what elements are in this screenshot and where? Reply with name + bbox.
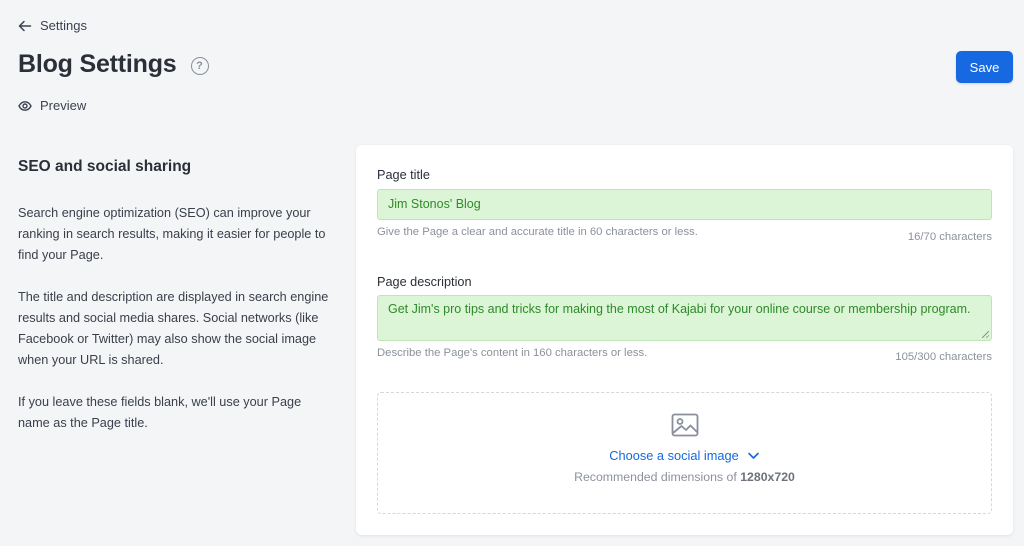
page-title: Blog Settings xyxy=(18,50,177,78)
help-circle-icon[interactable]: ? xyxy=(190,56,209,75)
choose-image-label: Choose a social image xyxy=(609,448,739,463)
save-button[interactable]: Save xyxy=(956,51,1013,83)
recommended-dimensions-value: 1280x720 xyxy=(740,470,795,484)
chevron-down-icon xyxy=(747,452,759,459)
section-title: SEO and social sharing xyxy=(18,158,192,175)
image-icon xyxy=(671,413,699,437)
back-link-label: Settings xyxy=(40,18,87,33)
page-description-textarea[interactable]: Get Jim's pro tips and tricks for making… xyxy=(377,295,992,341)
textarea-resize-handle[interactable] xyxy=(982,331,989,338)
page-header: Blog Settings ? xyxy=(18,50,209,79)
info-paragraph-2: The title and description are displayed … xyxy=(18,290,329,367)
info-paragraph-1: Search engine optimization (SEO) can imp… xyxy=(18,206,326,262)
page-title-hint: Give the Page a clear and accurate title… xyxy=(377,226,698,238)
page-title-counter: 16/70 characters xyxy=(907,231,992,243)
preview-label: Preview xyxy=(40,98,87,113)
recommended-dimensions-prefix: Recommended dimensions of xyxy=(574,470,737,484)
page-description-value: Get Jim's pro tips and tricks for making… xyxy=(388,302,971,316)
back-to-settings-link[interactable]: Settings xyxy=(18,18,87,33)
social-image-dropzone[interactable]: Choose a social image Recommended dimens… xyxy=(377,392,992,514)
eye-icon xyxy=(18,100,32,111)
page-description-label: Page description xyxy=(377,275,472,289)
preview-link[interactable]: Preview xyxy=(18,98,86,113)
page-title-input[interactable]: Jim Stonos' Blog xyxy=(377,189,992,220)
arrow-left-icon xyxy=(18,20,32,31)
recommended-dimensions: Recommended dimensions of 1280x720 xyxy=(378,470,991,484)
choose-social-image-button[interactable]: Choose a social image xyxy=(378,448,991,463)
seo-form-card: Page title Jim Stonos' Blog Give the Pag… xyxy=(356,145,1013,535)
info-paragraph-3: If you leave these fields blank, we'll u… xyxy=(18,395,302,430)
page-description-counter: 105/300 characters xyxy=(895,351,992,363)
page-description-hint: Describe the Page's content in 160 chara… xyxy=(377,347,648,359)
seo-info-panel: SEO and social sharing Search engine opt… xyxy=(18,158,336,455)
page-title-label: Page title xyxy=(377,168,430,182)
